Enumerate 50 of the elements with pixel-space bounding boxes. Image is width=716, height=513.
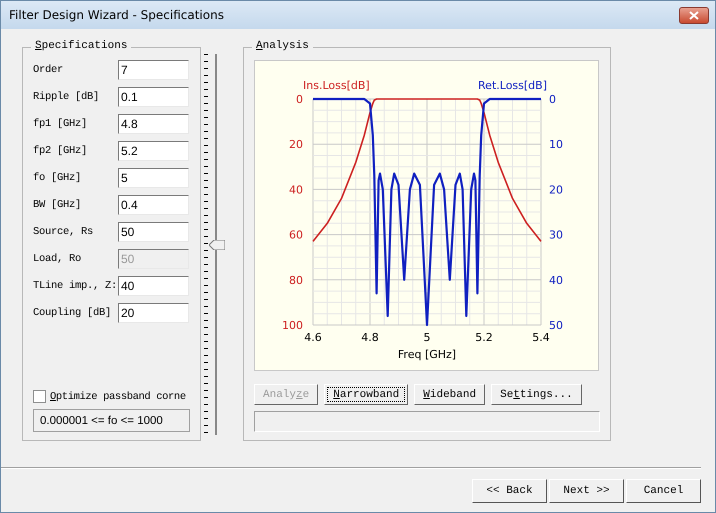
input-field[interactable]: 0.1	[118, 87, 189, 107]
tick-label: 4.8	[361, 331, 379, 344]
field-label: TLine imp., Z:	[33, 279, 117, 294]
tick-label: 20	[549, 183, 563, 196]
tick-label: 40	[289, 183, 303, 196]
tick-label: 5.2	[475, 331, 493, 344]
range-hint: 0.000001 <= fo <= 1000	[33, 409, 190, 432]
field-label: fp2 [GHz]	[33, 144, 88, 159]
field-label: Load, Ro	[33, 252, 82, 267]
input-field[interactable]: 5	[118, 168, 189, 188]
tick-label: 0	[549, 93, 556, 106]
tick-label: 40	[549, 274, 563, 287]
input-field[interactable]: 7	[118, 60, 189, 80]
input-field[interactable]: 20	[118, 303, 189, 323]
checkbox-label: Optimize passband corne	[50, 390, 186, 402]
tick-label: 80	[289, 274, 303, 287]
tick-label: 100	[282, 319, 303, 332]
tick-label: 30	[549, 228, 563, 242]
window-title: Filter Design Wizard - Specifications	[9, 8, 224, 22]
group-title: Analysis	[252, 40, 313, 52]
axis-title: Freq [GHz]	[398, 348, 456, 361]
wizard-button[interactable]: Next >>	[549, 479, 624, 503]
toolbar-button[interactable]: Narrowband	[324, 384, 408, 405]
input-field[interactable]: 4.8	[118, 114, 189, 134]
input-field[interactable]: 50	[118, 222, 189, 242]
wizard-button[interactable]: Cancel	[626, 479, 701, 503]
tick-label: 50	[549, 319, 563, 332]
toolbar-button[interactable]: Settings...	[491, 384, 582, 405]
tick-label: 5.4	[532, 331, 550, 344]
field-label: Coupling [dB]	[33, 306, 112, 321]
axis-title: Ins.Loss[dB]	[303, 79, 370, 92]
tick-label: 20	[289, 138, 303, 152]
input-field[interactable]: 0.4	[118, 195, 189, 215]
field-label: Source, Rs	[33, 225, 94, 240]
toolbar-button[interactable]: Wideband	[414, 384, 486, 405]
tick-label: 10	[549, 138, 563, 152]
group-title: Specifications	[31, 40, 132, 52]
field-label: BW [GHz]	[33, 198, 82, 213]
tick-label: 4.6	[304, 331, 322, 344]
field-label: fo [GHz]	[33, 171, 82, 186]
axis-title: Ret.Loss[dB]	[478, 79, 547, 92]
input-field[interactable]: 40	[118, 276, 189, 296]
input-field[interactable]: 5.2	[118, 141, 189, 161]
field-label: Ripple [dB]	[33, 90, 100, 105]
tick-label: 60	[289, 228, 303, 242]
field-label: fp1 [GHz]	[33, 117, 88, 132]
tick-label: 5	[424, 331, 430, 344]
tick-label: 0	[296, 93, 303, 106]
wizard-button[interactable]: << Back	[472, 479, 547, 503]
field-label: Order	[33, 63, 64, 78]
